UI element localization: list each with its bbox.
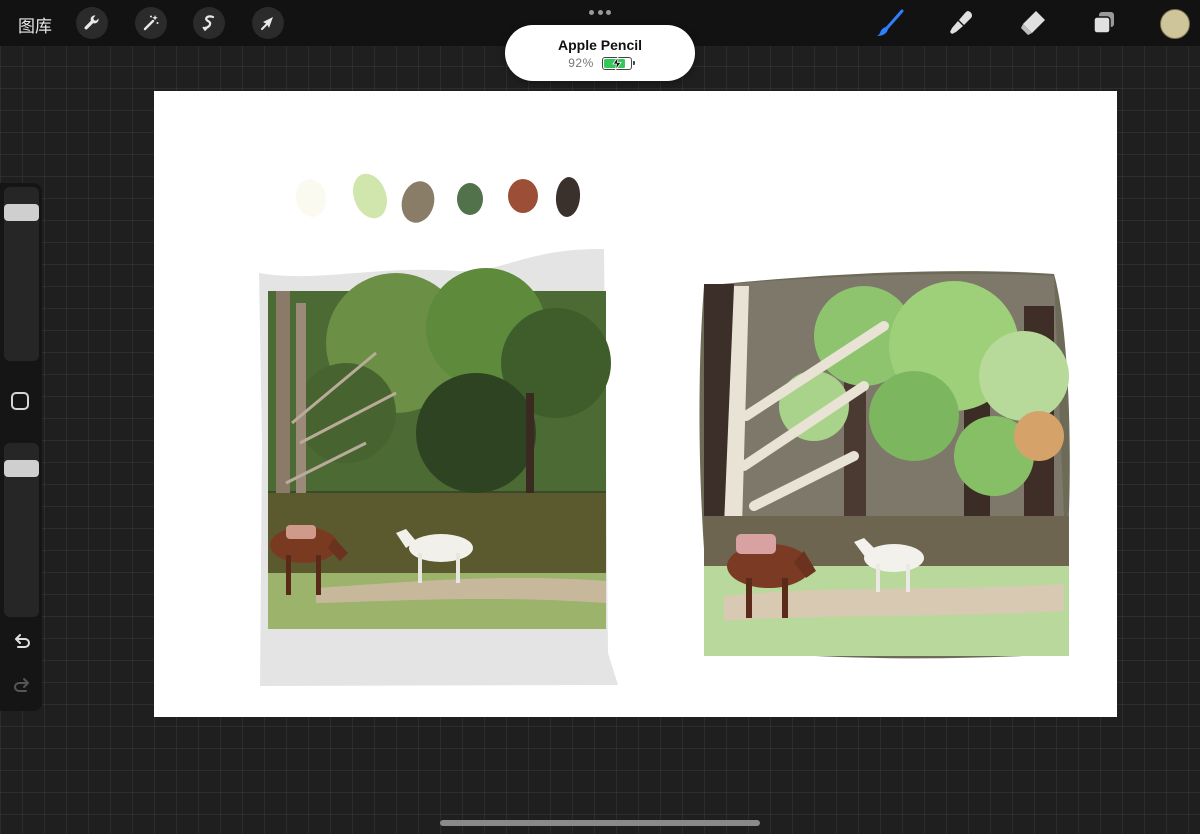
layers-icon xyxy=(1093,12,1114,34)
selection-icon xyxy=(202,15,215,32)
home-indicator[interactable] xyxy=(440,820,760,826)
reference-photo xyxy=(259,248,618,686)
transform-button[interactable] xyxy=(252,7,284,39)
pencil-device-name: Apple Pencil xyxy=(557,37,643,53)
brush-size-slider[interactable] xyxy=(4,187,39,361)
undo-button[interactable] xyxy=(11,631,33,653)
gallery-button[interactable]: 图库 xyxy=(18,12,52,37)
window-grabber[interactable] xyxy=(589,8,611,16)
painting-artwork xyxy=(699,271,1070,659)
opacity-thumb[interactable] xyxy=(4,460,39,478)
adjustments-button[interactable] xyxy=(135,7,167,39)
charging-bolt-icon xyxy=(611,56,622,70)
layers-button[interactable] xyxy=(1087,6,1121,40)
drawing-canvas[interactable] xyxy=(154,91,1117,717)
opacity-slider[interactable] xyxy=(4,443,39,617)
smudge-icon xyxy=(950,11,972,34)
pencil-battery-percent: 92% xyxy=(568,56,594,70)
side-toolbar xyxy=(0,183,42,711)
redo-icon xyxy=(14,678,29,692)
actions-button[interactable] xyxy=(76,7,108,39)
palette-swatch xyxy=(397,177,439,227)
brush-button[interactable] xyxy=(873,6,907,40)
battery-icon xyxy=(601,56,635,70)
eraser-button[interactable] xyxy=(1016,6,1050,40)
undo-icon xyxy=(15,634,30,648)
redo-button[interactable] xyxy=(11,675,33,697)
wrench-icon xyxy=(84,15,99,30)
eraser-icon xyxy=(1021,11,1045,35)
palette-swatch xyxy=(347,168,393,224)
magic-wand-icon xyxy=(143,15,159,31)
brush-size-thumb[interactable] xyxy=(4,204,39,222)
smudge-button[interactable] xyxy=(944,6,978,40)
palette-swatch xyxy=(292,176,330,220)
selection-button[interactable] xyxy=(193,7,225,39)
arrow-cursor-icon xyxy=(261,17,273,30)
pencil-status-popup: Apple Pencil 92% xyxy=(505,25,695,81)
color-picker[interactable] xyxy=(1160,9,1190,39)
brush-icon xyxy=(877,9,904,36)
palette-swatch xyxy=(508,179,538,213)
modify-button[interactable] xyxy=(11,392,29,410)
palette-swatch xyxy=(554,176,582,218)
palette-swatch xyxy=(457,183,483,215)
